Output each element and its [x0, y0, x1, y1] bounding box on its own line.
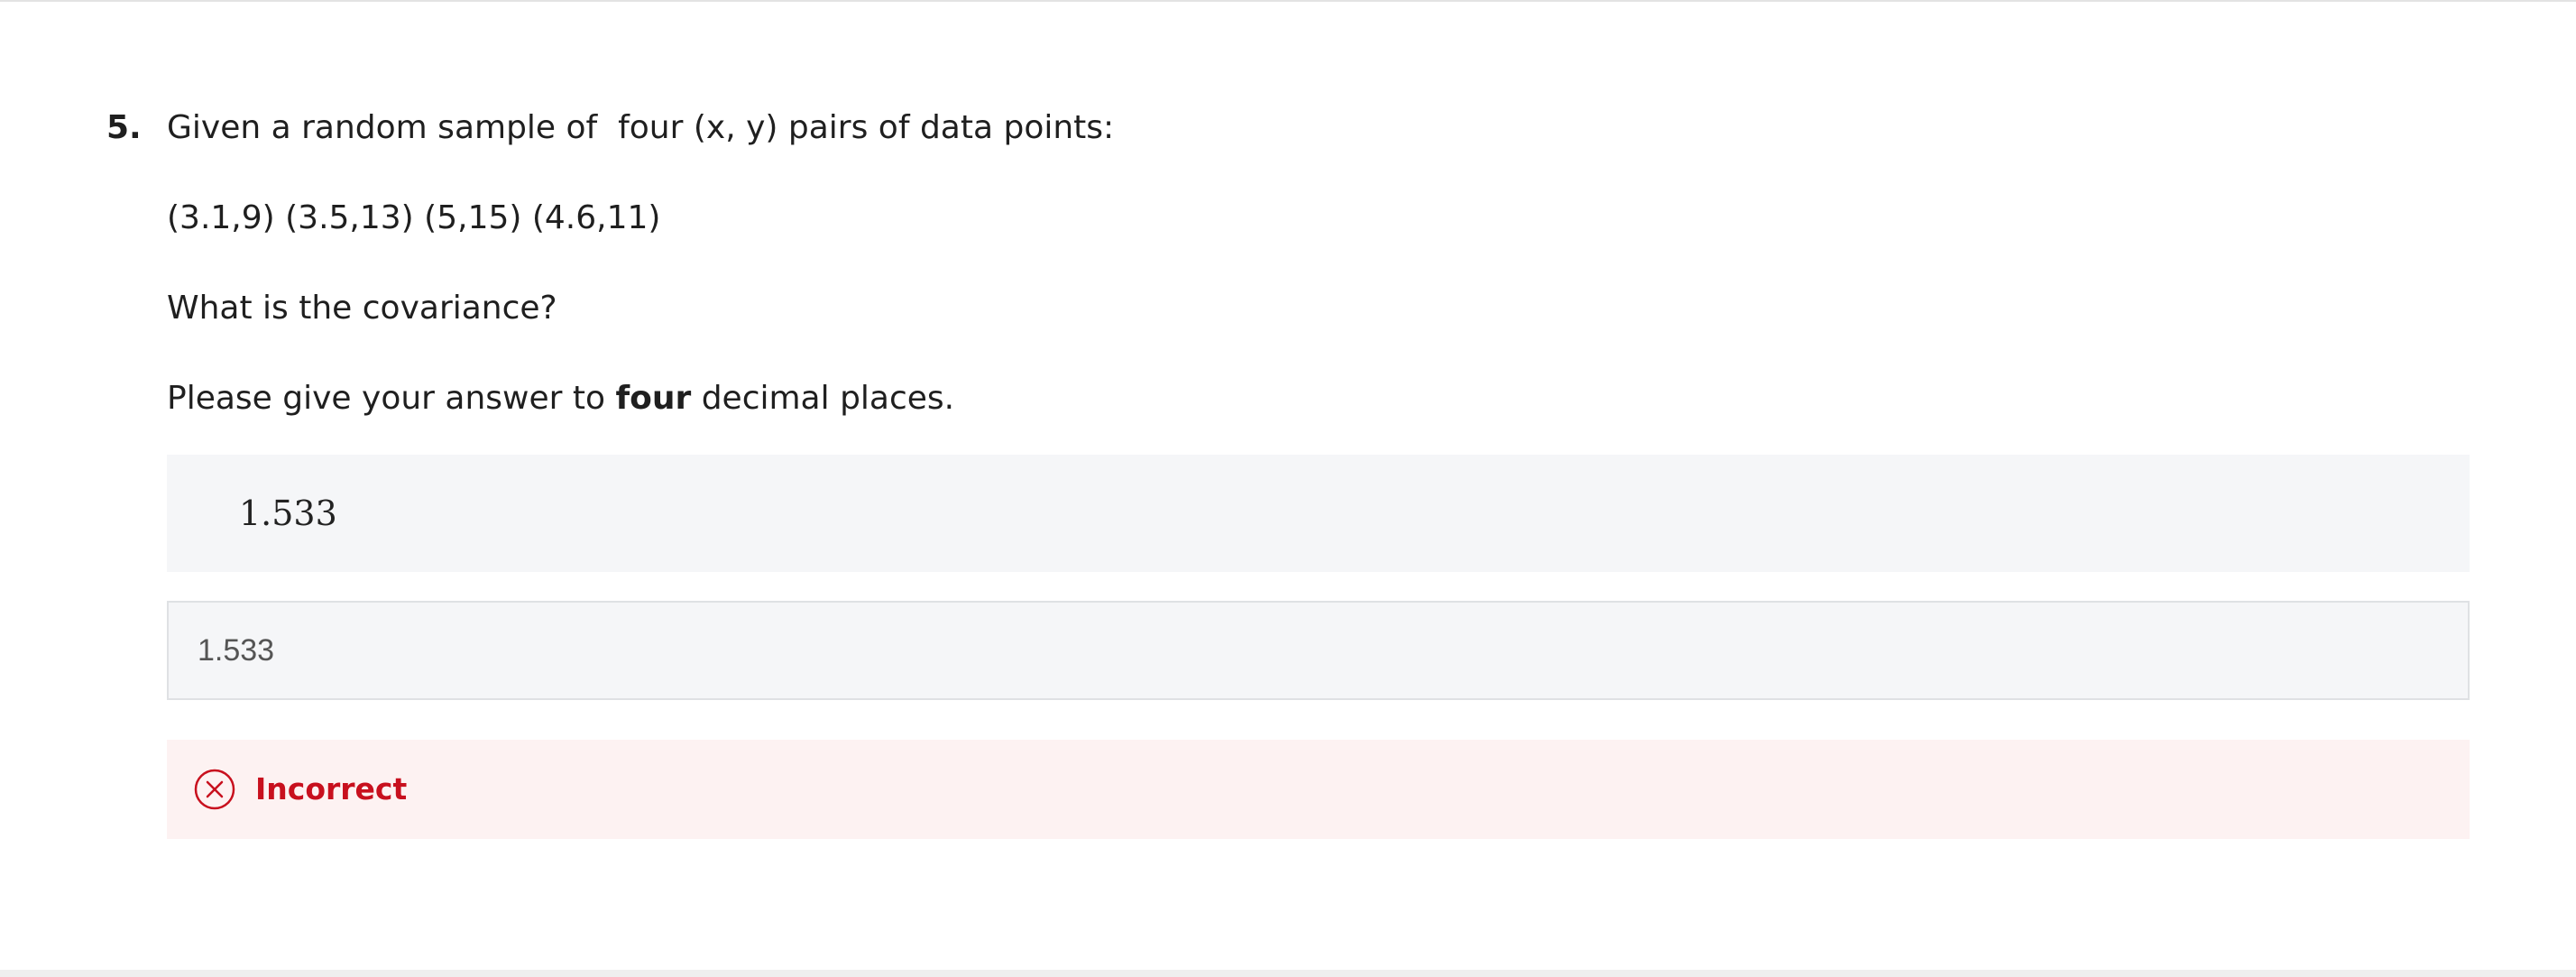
answer-preview-value: 1.533 — [239, 493, 337, 533]
instruction-text-end: decimal places. — [691, 380, 955, 417]
question-instruction: Please give your answer to four decimal … — [167, 370, 2470, 428]
top-divider — [0, 0, 2576, 2]
instruction-emphasis: four — [615, 380, 692, 417]
instruction-text: Please give your answer to — [167, 380, 616, 417]
feedback-banner: Incorrect — [167, 740, 2470, 839]
question-number: 5. — [106, 109, 142, 146]
question-prompt: What is the covariance? — [167, 290, 557, 327]
answer-input[interactable] — [167, 601, 2470, 700]
data-points: (3.1,9) (3.5,13) (5,15) (4.6,11) — [167, 199, 661, 236]
question-intro: Given a random sample of four (x, y) pai… — [167, 109, 1115, 146]
bottom-divider — [0, 970, 2576, 977]
answer-preview: 1.533 — [167, 455, 2470, 572]
question-body: Given a random sample of four (x, y) pai… — [167, 99, 2470, 839]
feedback-status: Incorrect — [255, 771, 408, 806]
close-circle-icon — [194, 769, 235, 810]
